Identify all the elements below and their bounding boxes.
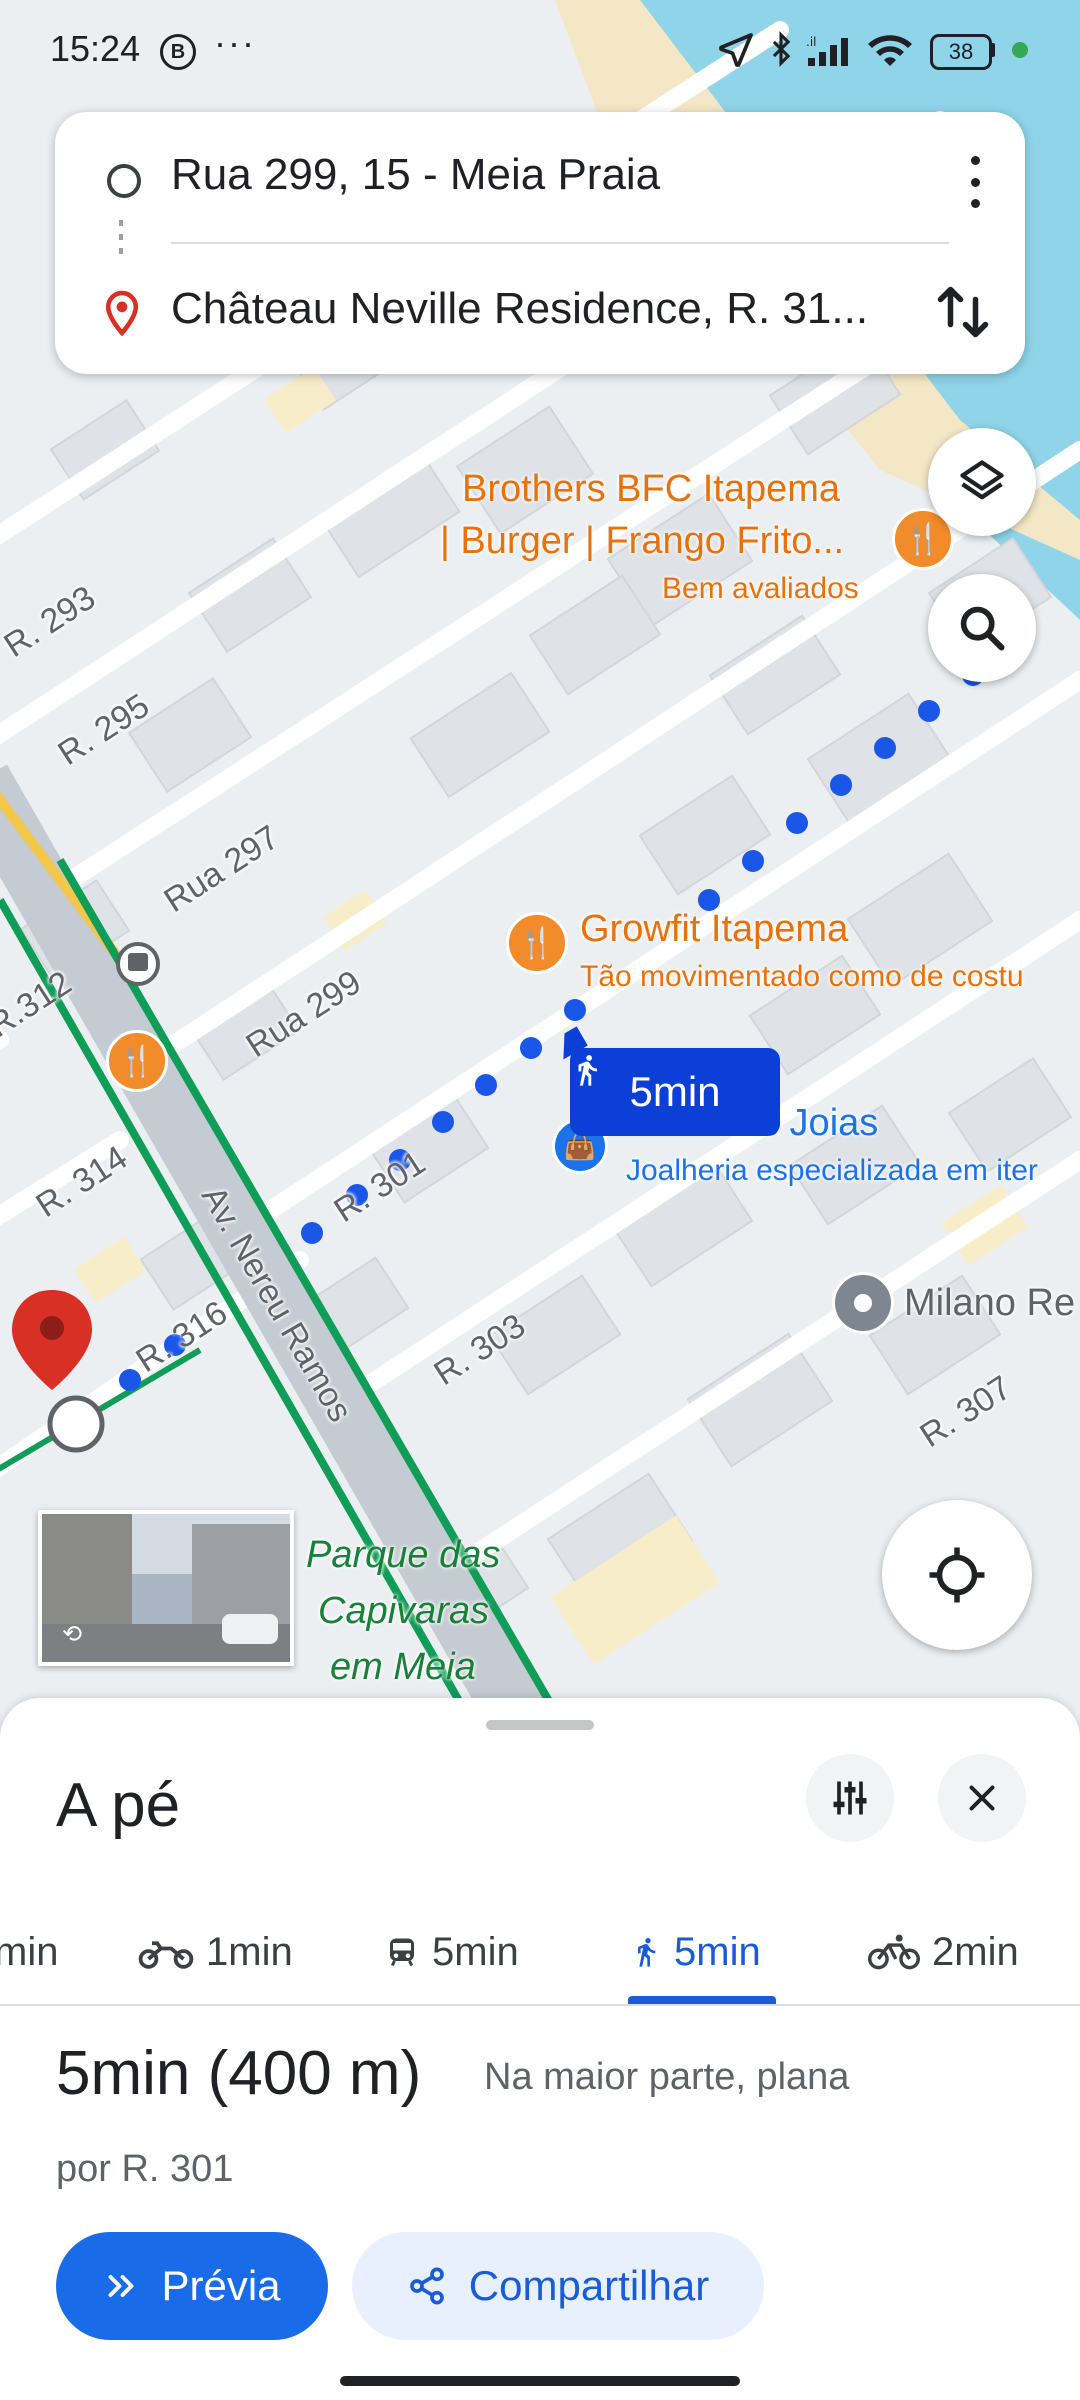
search-button[interactable] xyxy=(928,574,1036,682)
card-divider xyxy=(171,242,949,244)
layers-button[interactable] xyxy=(928,428,1036,536)
battery-icon: 38 xyxy=(930,34,992,70)
route-duration-distance: 5min (400 m) xyxy=(56,2039,422,2108)
destination-pin-icon xyxy=(105,290,139,336)
preview-button[interactable]: Prévia xyxy=(56,2232,328,2340)
park-label-2: Capivaras xyxy=(318,1590,490,1632)
route-via: por R. 301 xyxy=(56,2148,234,2190)
tab-walk-label: 5min xyxy=(674,1929,761,1974)
share-label: Compartilhar xyxy=(468,2262,710,2309)
search-icon xyxy=(960,606,1005,651)
tabs-divider xyxy=(0,2004,1080,2006)
origin-field[interactable]: Rua 299, 15 - Meia Praia xyxy=(171,150,660,200)
route-terrain-note: Na maior parte, plana xyxy=(484,2056,850,2098)
origin-marker xyxy=(47,1395,105,1453)
walk-duration-badge[interactable]: 5min xyxy=(570,1048,780,1136)
bluetooth-icon xyxy=(772,31,791,67)
directions-card: Rua 299, 15 - Meia Praia Château Neville… xyxy=(55,112,1025,374)
layers-icon xyxy=(960,460,1004,500)
tab-motorcycle[interactable]: 1min xyxy=(138,1910,293,1994)
poi-joias-subtitle: Joalheria especializada em iter xyxy=(626,1154,1038,1187)
route-options-button[interactable] xyxy=(806,1754,894,1842)
tab-bicycle-label: 2min xyxy=(932,1929,1019,1974)
poi-milano-title[interactable]: Milano Re xyxy=(904,1282,1075,1325)
green-dot-icon xyxy=(1012,42,1028,58)
walk-icon xyxy=(638,1938,656,1967)
walk-badge-label: 5min xyxy=(629,1068,721,1115)
rotate-360-icon: ⟲ xyxy=(62,1621,83,1648)
transit-icon xyxy=(390,1938,414,1967)
motorcycle-icon xyxy=(138,1941,194,1969)
bicycle-icon xyxy=(868,1934,920,1970)
my-location-button[interactable] xyxy=(882,1500,1032,1650)
close-icon xyxy=(969,1785,995,1811)
more-dots-icon: ··· xyxy=(214,22,256,63)
place-pin-icon[interactable] xyxy=(832,1272,894,1334)
wifi-icon xyxy=(868,35,912,66)
tab-walk[interactable]: 5min xyxy=(630,1910,761,1994)
close-button[interactable] xyxy=(938,1754,1026,1842)
travel-mode-title: A pé xyxy=(56,1771,181,1840)
park-label-3: em Meia xyxy=(330,1646,476,1688)
park-label-1: Parque das xyxy=(306,1534,501,1576)
tab-car-label: min xyxy=(0,1929,59,1974)
directions-sheet: A pé min 1min 5min 5min 2min 5min (400 m… xyxy=(0,1698,1080,2400)
tab-transit-label: 5min xyxy=(432,1929,519,1974)
svg-text:.il: .il xyxy=(806,35,816,49)
swap-icon[interactable] xyxy=(933,280,993,344)
restaurant-icon[interactable]: 🍴 xyxy=(506,912,568,974)
status-bar: 15:24 B ··· .il 38 xyxy=(0,0,1080,100)
double-chevron-right-icon xyxy=(109,2275,134,2297)
gesture-nav-bar[interactable] xyxy=(340,2376,740,2386)
sheet-drag-handle[interactable] xyxy=(486,1720,594,1730)
poi-brothers-subtitle: Bem avaliados xyxy=(662,572,859,605)
preview-label: Prévia xyxy=(161,2262,281,2309)
overflow-menu-icon[interactable] xyxy=(955,152,995,212)
street-view-thumbnail[interactable]: ⟲ xyxy=(38,1510,294,1666)
poi-growfit-subtitle: Tão movimentado como de costu xyxy=(580,960,1024,993)
tune-icon xyxy=(833,1781,867,1815)
poi-growfit-title[interactable]: Growfit Itapema xyxy=(580,908,848,951)
signal-icon: .il xyxy=(806,35,848,66)
crosshair-icon xyxy=(929,1547,985,1603)
active-tab-indicator xyxy=(628,1996,776,2004)
tab-motorcycle-label: 1min xyxy=(206,1929,293,1974)
origin-circle-icon xyxy=(107,164,141,198)
status-time: 15:24 xyxy=(50,28,141,69)
restaurant-icon[interactable]: 🍴 xyxy=(106,1030,168,1092)
car-shape xyxy=(222,1614,278,1644)
share-button[interactable]: Compartilhar xyxy=(352,2232,764,2340)
destination-field[interactable]: Château Neville Residence, R. 31... xyxy=(171,284,868,334)
tab-car[interactable]: min xyxy=(0,1910,58,1994)
share-icon xyxy=(409,2267,444,2305)
b-circle-icon: B xyxy=(160,34,196,70)
walk-icon xyxy=(578,1055,597,1086)
battery-level: 38 xyxy=(948,39,974,64)
location-arrow-icon xyxy=(719,33,753,67)
poi-brothers-title-1[interactable]: Brothers BFC Itapema xyxy=(462,468,840,511)
poi-brothers-title-2[interactable]: | Burger | Frango Frito... xyxy=(440,520,844,563)
tab-bicycle[interactable]: 2min xyxy=(868,1910,1019,1994)
tab-transit[interactable]: 5min xyxy=(384,1910,519,1994)
route-connector xyxy=(119,220,123,260)
